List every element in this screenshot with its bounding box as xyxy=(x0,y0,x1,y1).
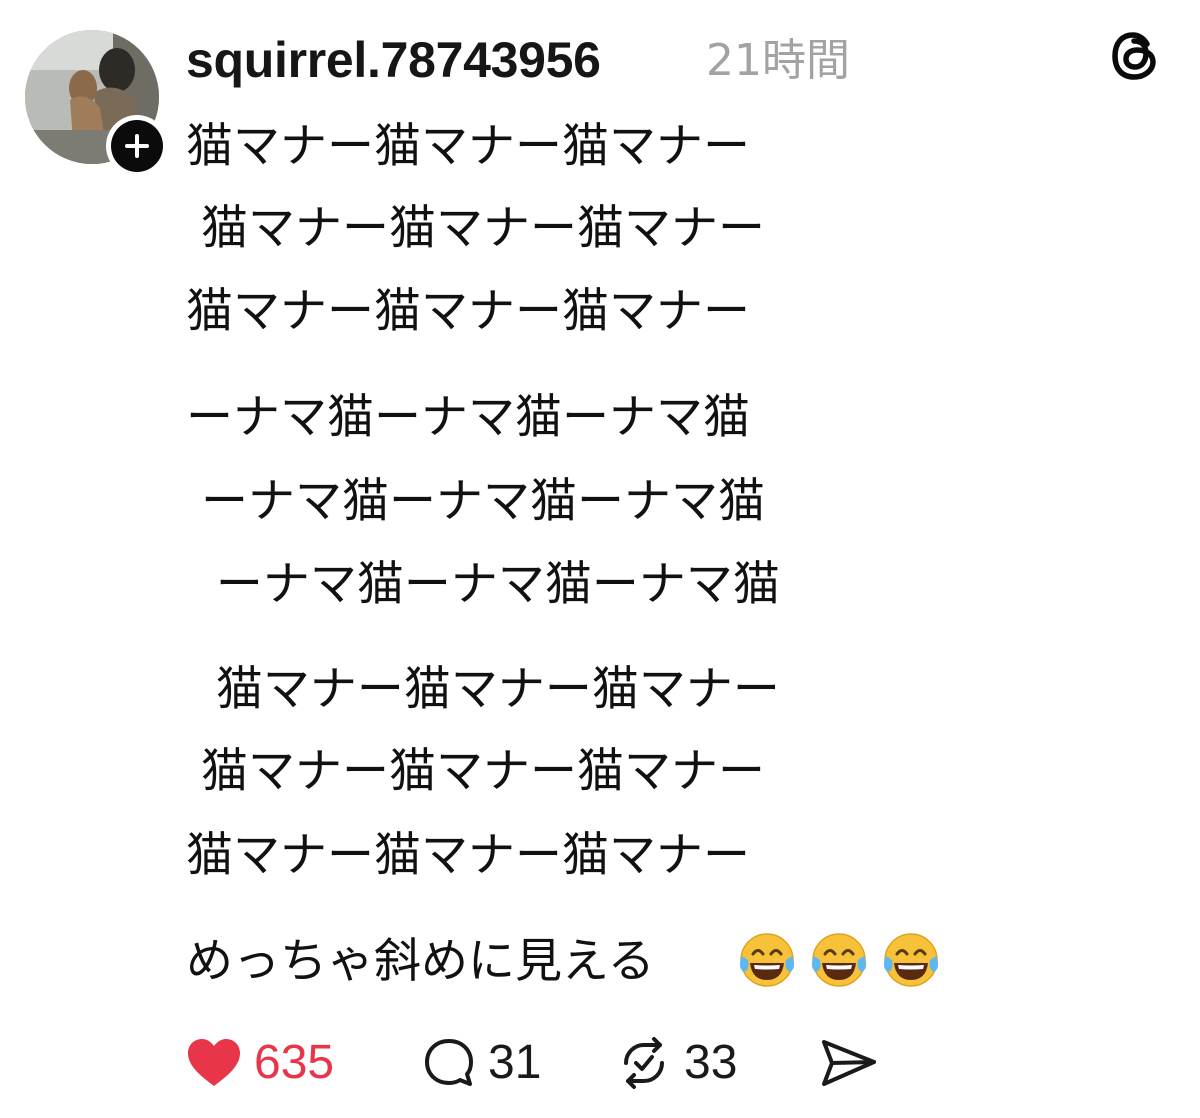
send-icon xyxy=(822,1039,876,1086)
post-text-line: ーナマ猫ーナマ猫ーナマ猫 xyxy=(186,390,750,445)
post-text-line: ーナマ猫ーナマ猫ーナマ猫 xyxy=(186,557,780,612)
post-caption: めっちゃ斜めに見える xyxy=(186,934,655,989)
plus-icon xyxy=(125,134,149,158)
post-text-line: 猫マナー猫マナー猫マナー xyxy=(186,828,750,883)
repost-count: 33 xyxy=(684,1036,738,1089)
post-text-line: 猫マナー猫マナー猫マナー xyxy=(186,744,765,799)
like-button[interactable]: 635 xyxy=(186,1025,334,1100)
repost-icon xyxy=(624,1036,664,1089)
face-with-tears-of-joy-icon xyxy=(811,933,867,987)
repost-button[interactable]: 33 xyxy=(616,1025,737,1100)
username-link[interactable]: squirrel.78743956 xyxy=(186,30,601,90)
reply-button[interactable]: 31 xyxy=(422,1025,541,1100)
post-text-line: 猫マナー猫マナー猫マナー xyxy=(186,201,765,256)
threads-logo-icon[interactable] xyxy=(1106,27,1164,85)
comment-icon xyxy=(425,1038,473,1086)
post-text-line: 猫マナー猫マナー猫マナー xyxy=(186,662,780,717)
heart-icon xyxy=(188,1038,240,1086)
post-text-line: ーナマ猫ーナマ猫ーナマ猫 xyxy=(186,474,765,529)
action-bar: 635 31 33 xyxy=(186,1025,986,1100)
face-with-tears-of-joy-icon xyxy=(883,933,939,987)
face-with-tears-of-joy-icon xyxy=(739,933,795,987)
post-text-line: 猫マナー猫マナー猫マナー xyxy=(186,284,750,339)
post-timestamp: 21時間 xyxy=(706,35,850,86)
reply-count: 31 xyxy=(488,1036,542,1089)
caption-emojis xyxy=(735,928,943,992)
like-count: 635 xyxy=(254,1036,335,1089)
follow-button[interactable] xyxy=(106,115,168,177)
share-button[interactable] xyxy=(820,1025,878,1100)
post-text-line: 猫マナー猫マナー猫マナー xyxy=(186,119,750,174)
